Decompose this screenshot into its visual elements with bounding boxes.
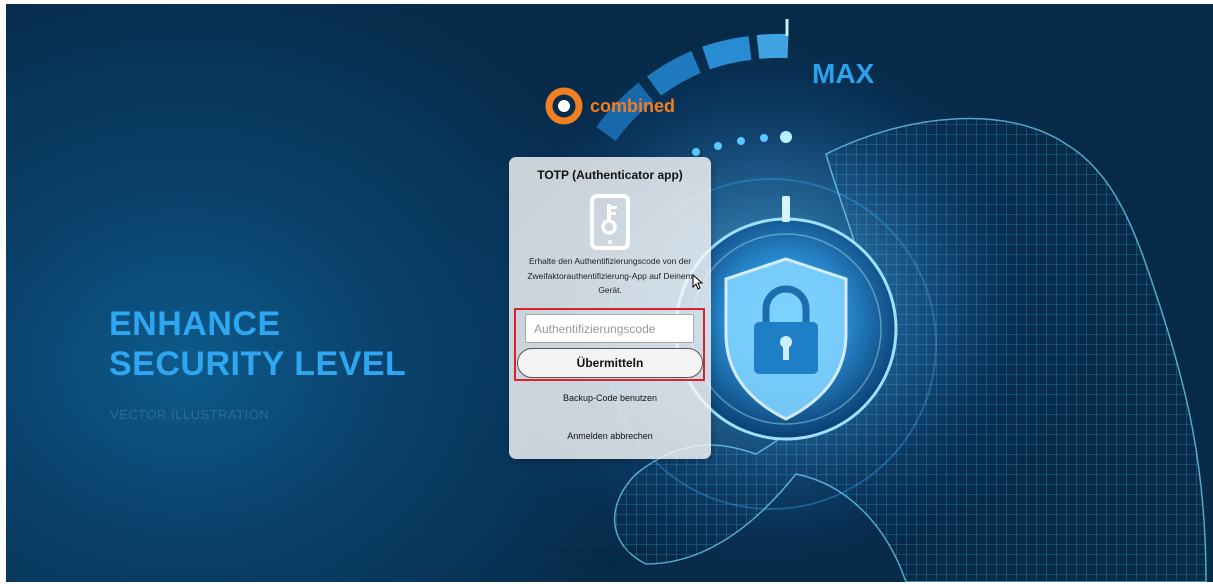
dialog-description: Erhalte den Authentifizierungscode von d… <box>527 256 693 295</box>
cancel-login-link[interactable]: Anmelden abbrechen <box>509 431 711 441</box>
backup-code-link[interactable]: Backup-Code benutzen <box>509 393 711 403</box>
submit-button[interactable]: Übermitteln <box>517 348 703 378</box>
brand-name: combined <box>590 95 676 116</box>
hero-title: ENHANCE SECURITY LEVEL <box>109 304 406 384</box>
brand-logo: combined <box>544 86 675 126</box>
brand-logo-icon <box>545 87 583 125</box>
hero-title-line2: SECURITY LEVEL <box>109 345 407 383</box>
totp-dialog: TOTP (Authenticator app) Erhalte den Aut… <box>509 157 711 459</box>
dialog-title: TOTP (Authenticator app) <box>537 168 683 182</box>
footer-line2[interactable]: Impressum · … <box>0 560 1213 569</box>
hero-subtitle: VECTOR ILLUSTRATION <box>110 407 270 422</box>
hero-title-line1: ENHANCE <box>109 305 281 343</box>
phone-key-icon <box>590 194 630 250</box>
authentication-code-input[interactable] <box>525 314 694 343</box>
mouse-cursor-icon <box>692 274 704 290</box>
footer-line1: Combined Networks GmbH – … <box>549 546 664 555</box>
gauge-max-label: MAX <box>812 58 875 89</box>
